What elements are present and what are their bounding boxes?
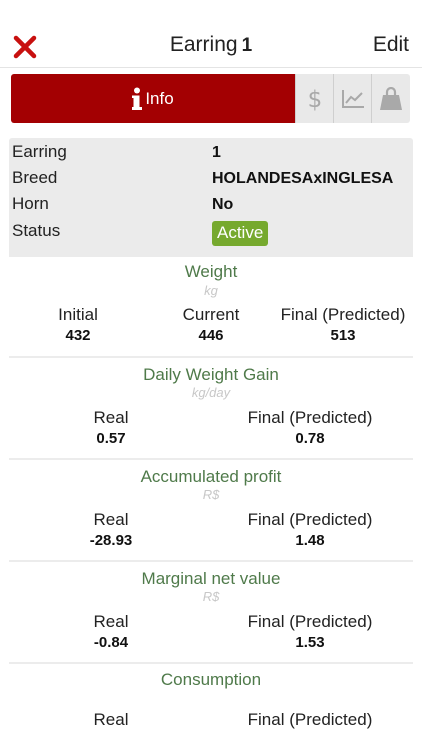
horn-value: No [212,196,234,213]
tab-finance[interactable]: $ [295,74,333,123]
daily-gain-final-value: 0.78 [295,430,325,447]
consumption-title: Consumption [160,670,262,689]
horn-label: Horn [12,194,49,213]
earring-value: 1 [212,144,221,161]
svg-text:$: $ [307,87,322,112]
marginal-unit: R$ [202,589,220,604]
consumption-real-label: Real [93,710,129,729]
tab-chart[interactable] [333,74,371,123]
weight-final: Final (Predicted) 513 [273,305,413,344]
daily-gain-final-label: Final (Predicted) [247,408,373,427]
profit-real: Real -28.93 [61,510,161,549]
marginal-final-value: 1.53 [295,634,325,651]
profit-real-label: Real [93,510,129,529]
profit-unit: R$ [202,487,220,502]
tab-info[interactable]: Info [11,74,295,123]
page-title-number: 1 [241,35,253,56]
profit-final-label: Final (Predicted) [247,510,373,529]
marginal-real-value: -0.84 [93,634,129,651]
consumption-section: Consumption Real Final (Predicted) [9,664,413,750]
profit-final: Final (Predicted) 1.48 [235,510,385,549]
status-label: Status [12,221,61,240]
consumption-final-label: Final (Predicted) [247,710,373,729]
weight-section: Weight kg Initial 432 Current 446 Final … [9,257,413,358]
weight-final-value: 513 [330,327,356,344]
info-icon [132,87,143,110]
daily-gain-real-value: 0.57 [96,430,126,447]
edit-button[interactable]: Edit [373,33,409,57]
app-header: Earring 1 Edit [0,0,422,68]
daily-gain-final: Final (Predicted) 0.78 [235,408,385,447]
profit-real-value: -28.93 [89,532,133,549]
marginal-final-label: Final (Predicted) [247,612,373,631]
profit-final-value: 1.48 [295,532,325,549]
daily-gain-real-label: Real [93,408,129,427]
daily-gain-unit: kg/day [191,385,231,400]
weight-initial-label: Initial [58,305,98,324]
marginal-final: Final (Predicted) 1.53 [235,612,385,651]
weight-current: Current 446 [161,305,261,344]
tab-info-label: Info [145,88,174,108]
breed-value: HOLANDESAxINGLESA [212,170,394,187]
daily-gain-title: Daily Weight Gain [143,365,279,384]
chart-icon [341,89,364,108]
daily-gain-real: Real 0.57 [61,408,161,447]
weight-current-value: 446 [198,327,224,344]
earring-label: Earring [12,142,67,161]
marginal-section: Marginal net value R$ Real -0.84 Final (… [9,562,413,664]
breed-label: Breed [12,168,58,187]
weight-current-label: Current [182,305,240,324]
status-badge: Active [212,221,269,246]
dollar-icon: $ [307,87,322,112]
marginal-real: Real -0.84 [61,612,161,651]
daily-gain-section: Daily Weight Gain kg/day Real 0.57 Final… [9,358,413,460]
profit-section: Accumulated profit R$ Real -28.93 Final … [9,460,413,562]
bag-icon [380,86,402,110]
weight-initial-value: 432 [65,327,91,344]
tab-bag[interactable] [371,74,410,123]
marginal-title: Marginal net value [141,569,281,588]
page-title: Earring 1 [0,33,422,57]
profit-title: Accumulated profit [140,467,282,486]
consumption-final: Final (Predicted) [235,710,385,730]
consumption-real: Real [61,710,161,730]
tab-bar: Info $ [11,74,411,123]
page-title-label: Earring [169,33,238,56]
weight-initial: Initial 432 [28,305,128,344]
marginal-real-label: Real [93,612,129,631]
weight-title: Weight [184,262,238,281]
weight-unit: kg [204,283,218,298]
animal-info-panel: Earring 1 Breed HOLANDESAxINGLESA Horn N… [9,138,413,257]
weight-final-label: Final (Predicted) [280,305,406,324]
